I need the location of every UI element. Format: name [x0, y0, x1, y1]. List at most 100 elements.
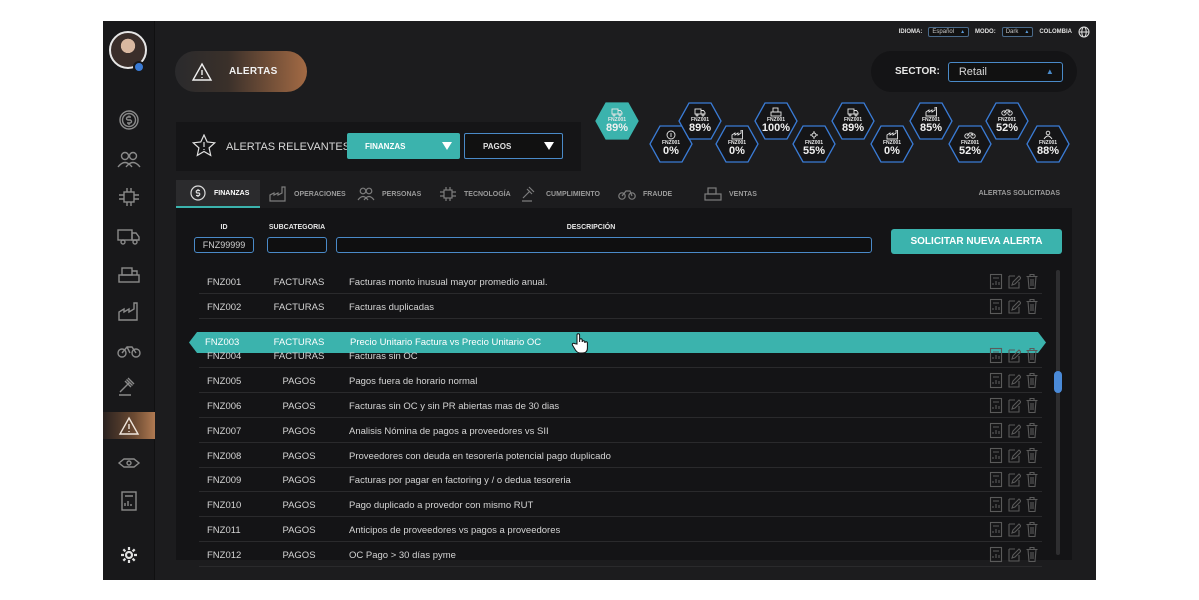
table-row[interactable]: FNZ012 PAGOS OC Pago > 30 días pyme — [199, 543, 1042, 567]
report-icon[interactable] — [989, 447, 1003, 464]
register-icon[interactable] — [115, 262, 143, 286]
people-icon[interactable] — [115, 147, 143, 171]
kpi-hex[interactable]: FNZ001 89% — [595, 102, 639, 140]
report-icon[interactable] — [989, 471, 1003, 488]
cell-subcategory: FACTURAS — [273, 277, 325, 288]
row-actions — [989, 372, 1045, 390]
trash-icon[interactable] — [1025, 298, 1039, 315]
trash-icon[interactable] — [1025, 273, 1039, 290]
category-select[interactable]: FINANZAS — [347, 133, 460, 159]
tab-alertas-solicitadas[interactable]: ALERTAS SOLICITADAS — [979, 190, 1060, 197]
report-icon[interactable] — [989, 521, 1003, 538]
report-icon[interactable] — [989, 496, 1003, 513]
sticker-icon[interactable] — [115, 451, 143, 475]
scrollbar-thumb[interactable] — [1054, 371, 1062, 393]
gear-icon[interactable] — [115, 543, 143, 567]
table-row[interactable]: FNZ004 FACTURAS Facturas sin OC — [199, 344, 1042, 369]
edit-icon[interactable] — [1007, 397, 1021, 414]
edit-icon[interactable] — [1007, 273, 1021, 290]
trash-icon[interactable] — [1025, 347, 1039, 364]
dollar-icon[interactable] — [115, 108, 143, 132]
report-icon[interactable] — [989, 347, 1003, 364]
trash-icon[interactable] — [1025, 471, 1039, 488]
report-icon[interactable] — [989, 273, 1003, 290]
table-row[interactable]: FNZ006 PAGOS Facturas sin OC y sin PR abie… — [199, 394, 1042, 418]
language-select[interactable]: Español ▲ — [928, 27, 970, 37]
id-filter-input[interactable]: FNZ99999 — [194, 237, 254, 253]
trash-icon[interactable] — [1025, 422, 1039, 439]
edit-icon[interactable] — [1007, 422, 1021, 439]
subcategory-filter-input[interactable] — [267, 237, 327, 253]
trash-icon[interactable] — [1025, 397, 1039, 414]
category-value: FINANZAS — [365, 141, 406, 151]
report-icon[interactable] — [989, 422, 1003, 439]
report-icon[interactable] — [989, 298, 1003, 315]
trash-icon[interactable] — [1025, 372, 1039, 389]
edit-icon[interactable] — [1007, 372, 1021, 389]
tab-personas[interactable]: PERSONAS — [356, 180, 421, 208]
table-row[interactable]: FNZ001 FACTURAS Facturas monto inusual may… — [199, 270, 1042, 294]
edit-icon[interactable] — [1007, 447, 1021, 464]
trash-icon[interactable] — [1025, 546, 1039, 563]
tab-cumplimiento[interactable]: CUMPLIMIENTO — [520, 180, 600, 208]
language-label: IDIOMA: — [898, 29, 923, 35]
request-new-alert-button[interactable]: SOLICITAR NUEVA ALERTA — [891, 229, 1062, 254]
kpi-value: 0% — [663, 145, 679, 157]
subcategory-select[interactable]: PAGOS — [464, 133, 563, 159]
table-row[interactable]: FNZ009 PAGOS Facturas por pagar en factori… — [199, 468, 1045, 493]
report-icon[interactable] — [989, 546, 1003, 563]
bike-icon[interactable] — [115, 338, 143, 362]
kpi-hex[interactable]: FNZ001 52% — [985, 102, 1029, 140]
edit-icon[interactable] — [1007, 496, 1021, 513]
cell-id: FNZ012 — [207, 549, 242, 561]
report-icon[interactable] — [115, 489, 143, 513]
cell-description: Analisis Nómina de pagos a proveedores v… — [349, 425, 549, 437]
tab-label: FRAUDE — [643, 190, 673, 198]
table-row[interactable]: FNZ011 PAGOS Anticipos de proveedores vs p… — [199, 518, 1042, 542]
cell-subcategory: PAGOS — [282, 401, 316, 412]
table-row[interactable]: FNZ007 PAGOS Analisis Nómina de pagos a pr… — [199, 419, 1042, 443]
report-icon[interactable] — [989, 372, 1003, 389]
edit-icon[interactable] — [1007, 347, 1021, 364]
table-row[interactable]: FNZ010 PAGOS Pago duplicado a provedor con… — [199, 493, 1042, 518]
report-icon[interactable] — [989, 397, 1003, 414]
truck-icon[interactable] — [115, 224, 143, 248]
factory-icon — [886, 130, 898, 140]
globe-icon[interactable] — [1078, 26, 1090, 38]
description-filter-input[interactable] — [336, 237, 872, 253]
kpi-hex[interactable]: FNZ001 0% — [715, 125, 759, 163]
tab-finanzas[interactable]: FINANZAS — [176, 180, 260, 208]
kpi-hex[interactable]: FNZ001 0% — [870, 125, 914, 163]
kpi-hex[interactable]: FNZ001 89% — [831, 102, 875, 140]
tab-operaciones[interactable]: OPERACIONES — [268, 180, 346, 208]
gavel-icon[interactable] — [115, 374, 143, 398]
row-actions — [989, 471, 1045, 489]
scrollbar-track[interactable] — [1056, 270, 1060, 555]
kpi-hex[interactable]: FNZ001 88% — [1026, 125, 1070, 163]
edit-icon[interactable] — [1007, 546, 1021, 563]
tab-fraude[interactable]: FRAUDE — [617, 180, 672, 208]
edit-icon[interactable] — [1007, 298, 1021, 315]
table-row[interactable]: FNZ008 PAGOS Proveedores con deuda en teso… — [199, 444, 1042, 468]
sector-select[interactable]: Retail ▲ — [947, 61, 1063, 82]
cell-description: Facturas monto inusual mayor promedio an… — [349, 277, 548, 288]
warning-icon[interactable] — [115, 414, 143, 438]
table-row[interactable]: FNZ005 PAGOS Pagos fuera de horario normal — [199, 369, 1045, 394]
mode-select[interactable]: Dark ▲ — [1001, 27, 1034, 37]
tab-tecnologia[interactable]: TECNOLOGÍA — [438, 180, 511, 208]
kpi-hex[interactable]: FNZ001 85% — [909, 102, 953, 140]
tab-ventas[interactable]: VENTAS — [703, 180, 757, 208]
table-row[interactable]: FNZ002 FACTURAS Facturas duplicadas — [199, 295, 1042, 319]
cell-subcategory: PAGOS — [282, 376, 316, 388]
cell-id: FNZ010 — [207, 500, 242, 512]
circuit-icon[interactable] — [115, 185, 143, 209]
trash-icon[interactable] — [1025, 496, 1039, 513]
factory-icon[interactable] — [115, 299, 143, 323]
trash-icon[interactable] — [1025, 447, 1039, 464]
edit-icon[interactable] — [1007, 521, 1021, 538]
edit-icon[interactable] — [1007, 471, 1021, 488]
mode-value: Dark — [1005, 29, 1019, 35]
kpi-value: 85% — [919, 122, 943, 134]
kpi-hex[interactable]: FNZ001 55% — [792, 125, 836, 163]
trash-icon[interactable] — [1025, 521, 1039, 538]
